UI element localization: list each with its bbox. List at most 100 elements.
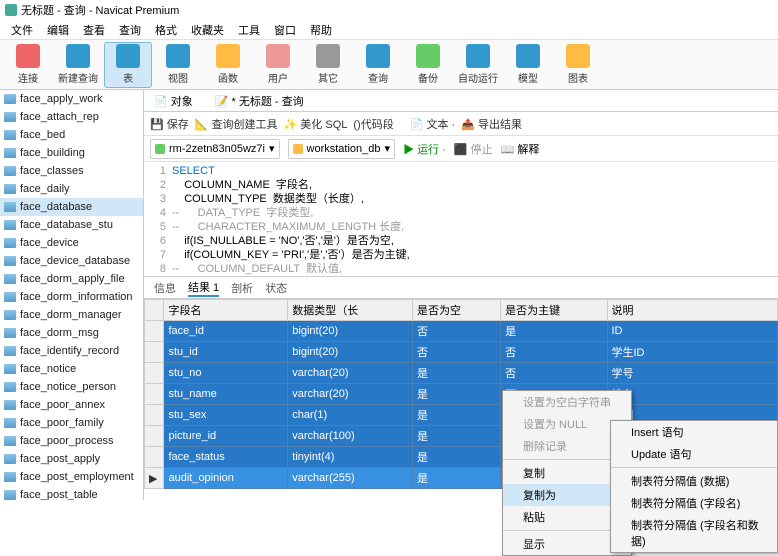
menu-item[interactable]: 工具: [232, 20, 266, 40]
grid-cell[interactable]: bigint(20): [288, 321, 413, 342]
table-item[interactable]: face_classes: [0, 162, 143, 180]
table-item[interactable]: face_dorm_information: [0, 288, 143, 306]
toolbar-视图[interactable]: 视图: [154, 42, 202, 88]
context-item[interactable]: 制表符分隔值 (字段名): [611, 492, 777, 514]
tab-info[interactable]: 信息: [154, 280, 176, 296]
grid-cell[interactable]: stu_name: [164, 384, 288, 405]
table-item[interactable]: face_building: [0, 144, 143, 162]
table-item[interactable]: face_device: [0, 234, 143, 252]
context-item[interactable]: Update 语句: [611, 443, 777, 465]
grid-cell[interactable]: 学号: [607, 363, 778, 384]
toolbar-备份[interactable]: 备份: [404, 42, 452, 88]
toolbar-表[interactable]: 表: [104, 42, 152, 88]
sql-editor[interactable]: 123456789 SELECT COLUMN_NAME 字段名, COLUMN…: [144, 162, 778, 277]
save-button[interactable]: 💾 保存: [150, 116, 189, 132]
table-item[interactable]: face_post_table: [0, 486, 143, 500]
table-item[interactable]: face_database: [0, 198, 143, 216]
grid-cell[interactable]: tinyint(4): [288, 447, 413, 468]
table-item[interactable]: face_bed: [0, 126, 143, 144]
grid-cell[interactable]: audit_opinion: [164, 468, 288, 489]
toolbar-函数[interactable]: 函数: [204, 42, 252, 88]
table-item[interactable]: face_dorm_msg: [0, 324, 143, 342]
grid-cell[interactable]: stu_id: [164, 342, 288, 363]
grid-cell[interactable]: 否: [501, 363, 607, 384]
grid-cell[interactable]: char(1): [288, 405, 413, 426]
table-item[interactable]: face_device_database: [0, 252, 143, 270]
table-item[interactable]: face_apply_work: [0, 90, 143, 108]
connection-combo[interactable]: rm-2zetn83n05wz7i▾: [150, 139, 280, 159]
table-item[interactable]: face_database_stu: [0, 216, 143, 234]
toolbar-图表[interactable]: 图表: [554, 42, 602, 88]
run-button[interactable]: ▶ 运行 ·: [403, 141, 446, 157]
stop-button[interactable]: ⬛ 停止: [454, 141, 493, 157]
menu-item[interactable]: 查看: [77, 20, 111, 40]
column-header[interactable]: 说明: [607, 300, 778, 321]
text-button[interactable]: 文本 ·: [426, 119, 455, 131]
grid-cell[interactable]: 学生ID: [607, 342, 778, 363]
grid-cell[interactable]: ID: [607, 321, 778, 342]
tab-query[interactable]: 📝 * 无标题 - 查询: [209, 91, 310, 111]
beautify-sql-button[interactable]: ✨ 美化 SQL: [284, 116, 348, 132]
table-item[interactable]: face_poor_process: [0, 432, 143, 450]
toolbar-用户[interactable]: 用户: [254, 42, 302, 88]
menu-item[interactable]: 窗口: [268, 20, 302, 40]
column-header[interactable]: 数据类型（长: [288, 300, 413, 321]
table-item[interactable]: face_dorm_manager: [0, 306, 143, 324]
grid-cell[interactable]: face_status: [164, 447, 288, 468]
toolbar-新建查询[interactable]: 新建查询: [54, 42, 102, 88]
table-item[interactable]: face_poor_family: [0, 414, 143, 432]
context-item[interactable]: Insert 语句: [611, 421, 777, 443]
table-list-sidebar[interactable]: face_apply_workface_attach_repface_bedfa…: [0, 90, 144, 500]
tab-result[interactable]: 结果 1: [188, 279, 219, 297]
grid-cell[interactable]: face_id: [164, 321, 288, 342]
grid-cell[interactable]: bigint(20): [288, 342, 413, 363]
query-builder-button[interactable]: 📐 查询创建工具: [195, 116, 278, 132]
menu-item[interactable]: 帮助: [304, 20, 338, 40]
toolbar-查询[interactable]: 查询: [354, 42, 402, 88]
menu-item[interactable]: 文件: [5, 20, 39, 40]
grid-cell[interactable]: 是: [412, 405, 500, 426]
toolbar-自动运行[interactable]: 自动运行: [454, 42, 502, 88]
context-item[interactable]: 制表符分隔值 (数据): [611, 470, 777, 492]
toolbar-其它[interactable]: 其它: [304, 42, 352, 88]
menu-item[interactable]: 收藏夹: [185, 20, 230, 40]
table-item[interactable]: face_post_apply: [0, 450, 143, 468]
grid-cell[interactable]: varchar(100): [288, 426, 413, 447]
grid-cell[interactable]: 是: [412, 363, 500, 384]
grid-cell[interactable]: 姓名: [607, 384, 778, 405]
menu-item[interactable]: 查询: [113, 20, 147, 40]
context-submenu[interactable]: Insert 语句Update 语句制表符分隔值 (数据)制表符分隔值 (字段名…: [610, 420, 778, 553]
tab-profile[interactable]: 剖析: [231, 280, 253, 296]
menu-item[interactable]: 格式: [149, 20, 183, 40]
grid-cell[interactable]: 是: [501, 321, 607, 342]
tab-objects[interactable]: 📄 对象: [148, 91, 199, 111]
table-item[interactable]: face_post_employment: [0, 468, 143, 486]
export-button[interactable]: 📤 导出结果: [461, 116, 522, 132]
grid-cell[interactable]: 是: [412, 384, 500, 405]
toolbar-连接[interactable]: 连接: [4, 42, 52, 88]
menu-item[interactable]: 编辑: [41, 20, 75, 40]
context-item[interactable]: 制表符分隔值 (字段名和数据): [611, 514, 777, 552]
column-header[interactable]: 是否为主键: [501, 300, 607, 321]
grid-cell[interactable]: picture_id: [164, 426, 288, 447]
grid-cell[interactable]: 是: [412, 426, 500, 447]
toolbar-模型[interactable]: 模型: [504, 42, 552, 88]
grid-cell[interactable]: 否: [412, 342, 500, 363]
table-item[interactable]: face_attach_rep: [0, 108, 143, 126]
table-item[interactable]: face_poor_annex: [0, 396, 143, 414]
grid-cell[interactable]: stu_sex: [164, 405, 288, 426]
table-item[interactable]: face_dorm_apply_file: [0, 270, 143, 288]
column-header[interactable]: 字段名: [164, 300, 288, 321]
tab-status[interactable]: 状态: [265, 280, 287, 296]
column-header[interactable]: 是否为空: [412, 300, 500, 321]
grid-cell[interactable]: varchar(255): [288, 468, 413, 489]
grid-cell[interactable]: varchar(20): [288, 363, 413, 384]
code-segment-button[interactable]: ()代码段: [353, 116, 393, 132]
grid-cell[interactable]: stu_no: [164, 363, 288, 384]
table-item[interactable]: face_identify_record: [0, 342, 143, 360]
database-combo[interactable]: workstation_db▾: [288, 139, 396, 159]
table-item[interactable]: face_daily: [0, 180, 143, 198]
grid-cell[interactable]: 是: [412, 447, 500, 468]
grid-cell[interactable]: varchar(20): [288, 384, 413, 405]
table-item[interactable]: face_notice: [0, 360, 143, 378]
